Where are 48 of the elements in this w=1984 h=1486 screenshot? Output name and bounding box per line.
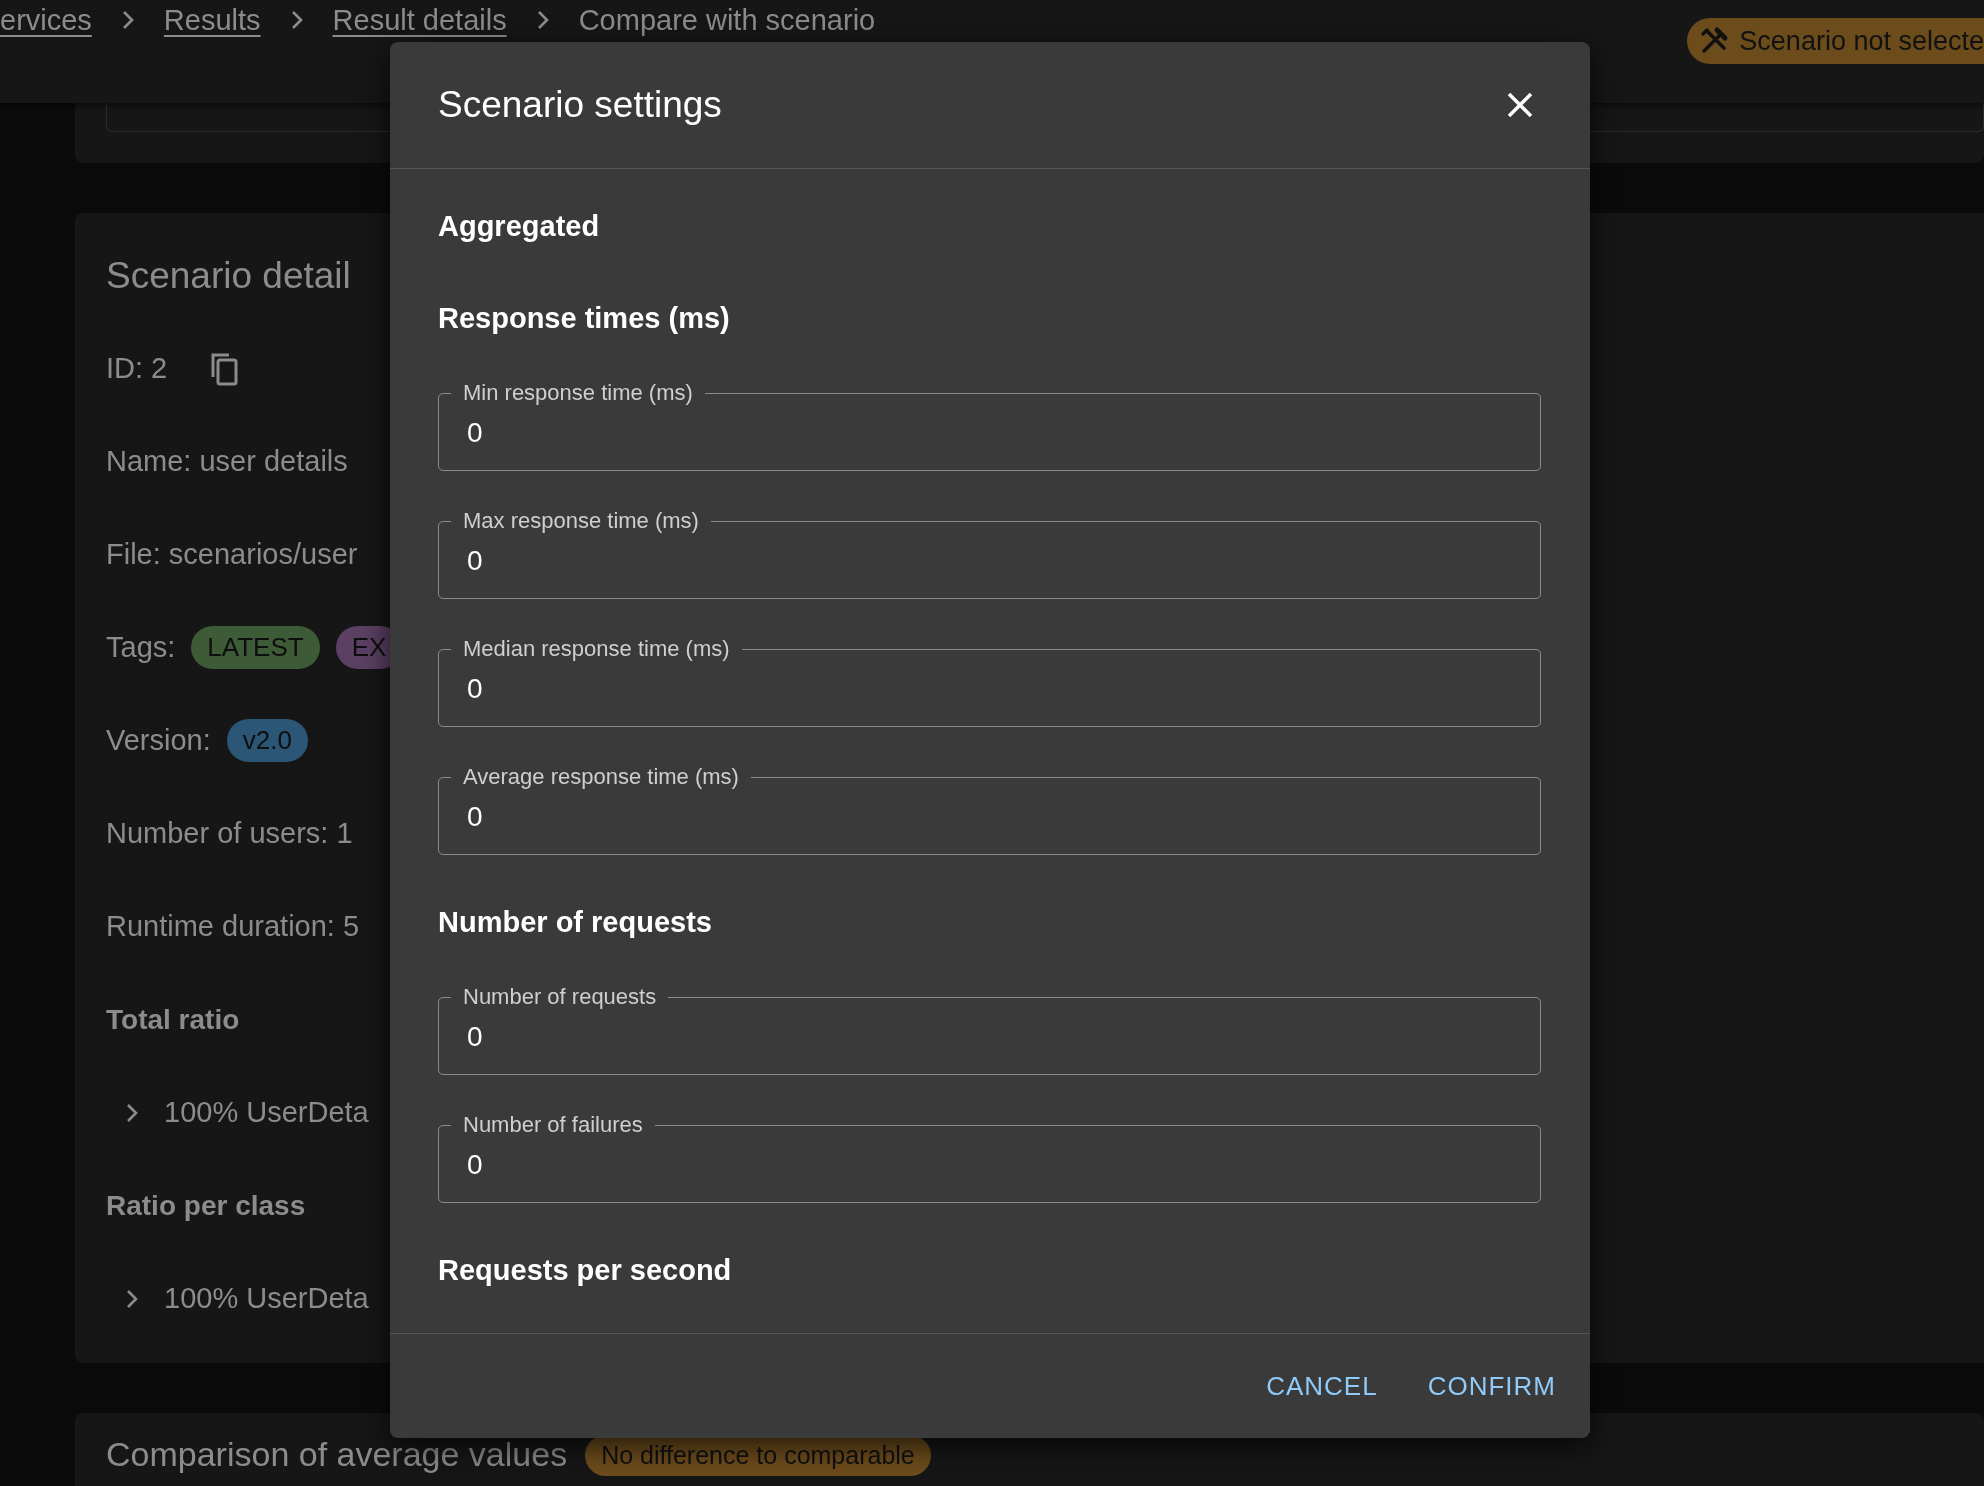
card-title: Scenario detail <box>106 254 351 297</box>
ratio-item[interactable]: 100% UserDeta <box>164 1282 369 1315</box>
close-button[interactable] <box>1506 91 1534 119</box>
field-label: Average response time (ms) <box>462 764 740 790</box>
field-value[interactable]: 0 <box>467 544 1540 578</box>
dialog-button[interactable]: CONFIRM <box>1413 1360 1570 1412</box>
breadcrumb-link[interactable]: Result details <box>332 3 507 37</box>
field-label: Min response time (ms) <box>462 380 694 406</box>
field-value[interactable]: 0 <box>467 800 1540 834</box>
breadcrumb-link[interactable]: ervices <box>0 3 92 37</box>
name-text: Name: user details <box>106 445 348 478</box>
status-badge: No difference to comparable <box>585 1435 931 1476</box>
section-heading: Response times (ms) <box>438 301 731 336</box>
tag-chip: LATEST <box>191 626 320 669</box>
field-value[interactable]: 0 <box>467 1020 1540 1054</box>
field-label: Median response time (ms) <box>462 636 731 662</box>
section-heading: Requests per second <box>438 1253 733 1288</box>
tools-icon <box>1699 26 1730 56</box>
expand-icon <box>126 1102 138 1123</box>
close-icon <box>1506 91 1534 119</box>
field-value[interactable]: 0 <box>467 1148 1540 1182</box>
field-value[interactable]: 0 <box>467 672 1540 706</box>
section-title: Total ratio <box>106 1003 240 1036</box>
runtime-text: Runtime duration: 5 <box>106 910 360 943</box>
field-value[interactable]: 0 <box>467 416 1540 450</box>
section-heading: Number of requests <box>438 905 713 940</box>
field-label: Number of requests <box>462 984 658 1010</box>
status-text: Scenario not selecte <box>1739 25 1984 57</box>
chevron-right-icon <box>290 10 303 30</box>
tags-label: Tags: <box>106 631 176 664</box>
section-title: Ratio per class <box>106 1189 306 1222</box>
dialog-button[interactable]: CANCEL <box>1252 1360 1392 1412</box>
ratio-item[interactable]: 100% UserDeta <box>164 1096 369 1129</box>
field-label: Max response time (ms) <box>462 508 700 534</box>
dialog-title: Scenario settings <box>438 84 722 126</box>
version-chip: v2.0 <box>226 719 308 762</box>
id-text: ID: 2 <box>106 352 168 385</box>
breadcrumb-current: Compare with scenario <box>578 3 876 37</box>
chevron-right-icon <box>121 10 134 30</box>
expand-icon <box>126 1288 138 1309</box>
version-label: Version: <box>106 724 211 757</box>
file-text: File: scenarios/user <box>106 538 358 571</box>
users-text: Number of users: 1 <box>106 817 353 850</box>
chevron-right-icon <box>536 10 549 30</box>
card-title: Comparison of average values <box>106 1435 568 1474</box>
field-label: Number of failures <box>462 1112 644 1138</box>
breadcrumb-link[interactable]: Results <box>163 3 261 37</box>
section-heading: Aggregated <box>438 209 601 244</box>
